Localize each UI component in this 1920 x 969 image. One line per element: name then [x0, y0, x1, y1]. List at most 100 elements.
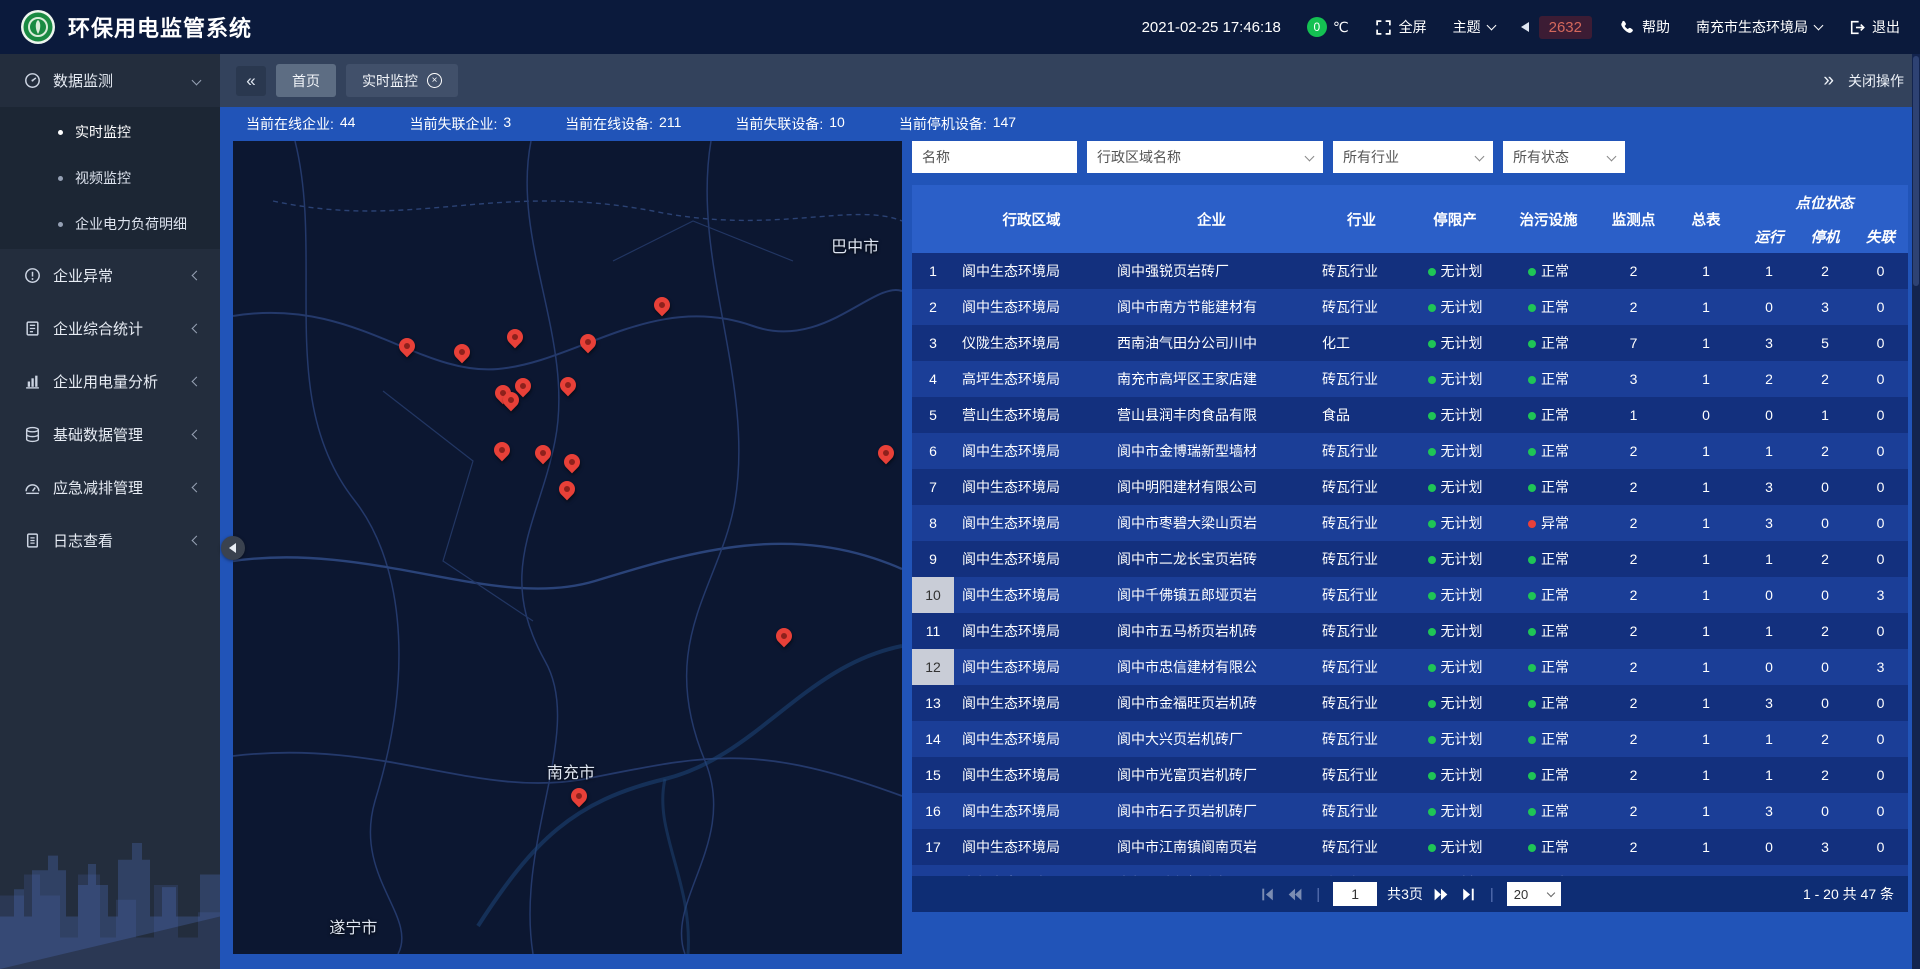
cell-halt: 0 [1797, 469, 1853, 505]
sidebar-item-enterprise-statistics[interactable]: 企业综合统计 [0, 302, 220, 355]
cell-industry: 砖瓦行业 [1314, 361, 1409, 397]
sidebar-item-video-monitoring[interactable]: 视频监控 [0, 155, 220, 201]
fullscreen-label: 全屏 [1399, 17, 1427, 37]
sidebar-item-emergency-reduction[interactable]: 应急减排管理 [0, 461, 220, 514]
sidebar-item-electricity-analysis[interactable]: 企业用电量分析 [0, 355, 220, 408]
cell-halt: 0 [1797, 577, 1853, 613]
page-number-input[interactable] [1333, 882, 1377, 906]
table-row[interactable]: 3 仪陇生态环境局 西南油气田分公司川中 化工 无计划 正常 7 1 3 5 0 [912, 325, 1908, 361]
last-page-button[interactable] [1460, 886, 1477, 903]
theme-dropdown[interactable]: 主题 [1453, 17, 1495, 37]
map-pin[interactable] [492, 442, 512, 462]
table-row[interactable]: 18 南部生态环境局 南部县瑞华机砖有限公 砖瓦行业 无计划 正常 2 1 0 … [912, 865, 1908, 876]
close-operations-button[interactable]: 关闭操作 [1848, 71, 1904, 91]
sidebar-item-data-monitoring[interactable]: 数据监测 [0, 54, 220, 107]
map-pin[interactable] [578, 334, 598, 354]
map-pin[interactable] [501, 392, 521, 412]
cell-company: 阆中市南方节能建材有 [1109, 289, 1314, 325]
table-row[interactable]: 11 阆中生态环境局 阆中市五马桥页岩机砖 砖瓦行业 无计划 正常 2 1 1 … [912, 613, 1908, 649]
map-pin[interactable] [876, 445, 896, 465]
announcement-arrow-icon[interactable] [1521, 22, 1529, 32]
table-row[interactable]: 14 阆中生态环境局 阆中大兴页岩机砖厂 砖瓦行业 无计划 正常 2 1 1 2… [912, 721, 1908, 757]
close-icon[interactable]: × [427, 73, 442, 88]
map-pin[interactable] [452, 344, 472, 364]
map-pin[interactable] [562, 454, 582, 474]
cell-industry: 砖瓦行业 [1314, 433, 1409, 469]
cell-industry: 砖瓦行业 [1314, 649, 1409, 685]
status-filter-select[interactable]: 所有状态 [1503, 141, 1625, 173]
table-row[interactable]: 1 阆中生态环境局 阆中强锐页岩砖厂 砖瓦行业 无计划 正常 2 1 1 2 0 [912, 253, 1908, 289]
map-pin[interactable] [569, 788, 589, 808]
pager-separator: | [1316, 886, 1320, 903]
prev-page-button[interactable] [1286, 886, 1303, 903]
region-filter-select[interactable]: 行政区域名称 [1087, 141, 1323, 173]
fullscreen-button[interactable]: 全屏 [1375, 17, 1427, 37]
table-row[interactable]: 8 阆中生态环境局 阆中市枣碧大梁山页岩 砖瓦行业 无计划 异常 2 1 3 0… [912, 505, 1908, 541]
cell-monitor: 2 [1596, 253, 1671, 289]
help-button[interactable]: 帮助 [1618, 17, 1670, 37]
limit-status-dot [1428, 412, 1436, 420]
enterprise-table: 行政区域 企业 行业 停限产 治污设施 监测点 总表 点位状态 运行 [912, 185, 1908, 876]
map[interactable]: 巴中市南充市遂宁市 [233, 141, 902, 954]
sidebar-item-enterprise-anomaly[interactable]: 企业异常 [0, 249, 220, 302]
tabs-scroll-left-button[interactable]: « [236, 66, 266, 96]
cell-run: 1 [1741, 253, 1797, 289]
table-row[interactable]: 7 阆中生态环境局 阆中明阳建材有限公司 砖瓦行业 无计划 正常 2 1 3 0… [912, 469, 1908, 505]
cell-industry: 砖瓦行业 [1314, 685, 1409, 721]
cell-offline: 0 [1853, 253, 1908, 289]
panel-collapse-button[interactable] [221, 536, 245, 560]
table-row[interactable]: 9 阆中生态环境局 阆中市二龙长宝页岩砖 砖瓦行业 无计划 正常 2 1 1 2… [912, 541, 1908, 577]
map-pin[interactable] [533, 445, 553, 465]
cell-region: 阆中生态环境局 [954, 649, 1109, 685]
chevron-left-icon [192, 271, 202, 281]
table-row[interactable]: 16 阆中生态环境局 阆中市石子页岩机砖厂 砖瓦行业 无计划 正常 2 1 3 … [912, 793, 1908, 829]
double-chevron-right-icon[interactable]: » [1823, 70, 1834, 92]
table-row[interactable]: 15 阆中生态环境局 阆中市光富页岩机砖厂 砖瓦行业 无计划 正常 2 1 1 … [912, 757, 1908, 793]
cell-region: 阆中生态环境局 [954, 577, 1109, 613]
table-row[interactable]: 12 阆中生态环境局 阆中市忠信建材有限公 砖瓦行业 无计划 正常 2 1 0 … [912, 649, 1908, 685]
cell-region: 阆中生态环境局 [954, 793, 1109, 829]
sidebar-item-realtime-monitoring[interactable]: 实时监控 [0, 109, 220, 155]
table-row[interactable]: 17 阆中生态环境局 阆中市江南镇阆南页岩 砖瓦行业 无计划 正常 2 1 0 … [912, 829, 1908, 865]
org-dropdown[interactable]: 南充市生态环境局 [1696, 17, 1822, 37]
column-header-facility: 治污设施 [1501, 185, 1596, 253]
table-row[interactable]: 2 阆中生态环境局 阆中市南方节能建材有 砖瓦行业 无计划 正常 2 1 0 3… [912, 289, 1908, 325]
stat-label: 当前失联设备: [735, 114, 823, 134]
table-scroll-area[interactable]: 行政区域 企业 行业 停限产 治污设施 监测点 总表 点位状态 运行 [912, 185, 1908, 876]
scrollbar[interactable] [1912, 54, 1920, 969]
map-pin[interactable] [557, 481, 577, 501]
alarm-count[interactable]: 2632 [1539, 16, 1592, 39]
tab-home[interactable]: 首页 [276, 64, 336, 97]
map-pin[interactable] [397, 338, 417, 358]
status-filter-value: 所有状态 [1513, 147, 1569, 167]
sidebar-item-power-load-detail[interactable]: 企业电力负荷明细 [0, 201, 220, 247]
pin-icon [396, 335, 419, 358]
tab-realtime-monitoring[interactable]: 实时监控 × [346, 64, 458, 97]
cell-limit: 无计划 [1409, 469, 1501, 505]
cell-offline: 0 [1853, 865, 1908, 876]
table-row[interactable]: 13 阆中生态环境局 阆中市金福旺页岩机砖 砖瓦行业 无计划 正常 2 1 3 … [912, 685, 1908, 721]
industry-filter-select[interactable]: 所有行业 [1333, 141, 1493, 173]
next-page-button[interactable] [1433, 886, 1450, 903]
logout-button[interactable]: 退出 [1848, 17, 1900, 37]
cell-run: 0 [1741, 397, 1797, 433]
cell-monitor: 1 [1596, 397, 1671, 433]
first-page-button[interactable] [1259, 886, 1276, 903]
table-row[interactable]: 5 营山生态环境局 营山县润丰肉食品有限 食品 无计划 正常 1 0 0 1 0 [912, 397, 1908, 433]
map-pin[interactable] [505, 329, 525, 349]
table-row[interactable]: 10 阆中生态环境局 阆中千佛镇五郎垭页岩 砖瓦行业 无计划 正常 2 1 0 … [912, 577, 1908, 613]
cell-meter: 1 [1671, 505, 1741, 541]
scrollbar-thumb[interactable] [1913, 56, 1919, 286]
table-row[interactable]: 4 高坪生态环境局 南充市高坪区王家店建 砖瓦行业 无计划 正常 3 1 2 2… [912, 361, 1908, 397]
facility-status-dot [1528, 484, 1536, 492]
map-pin[interactable] [652, 297, 672, 317]
page-size-select[interactable]: 20 [1507, 882, 1561, 906]
name-filter-input[interactable] [912, 141, 1077, 173]
cell-halt: 2 [1797, 721, 1853, 757]
map-pin[interactable] [558, 377, 578, 397]
column-header-company: 企业 [1109, 185, 1314, 253]
map-pin[interactable] [774, 628, 794, 648]
sidebar-item-log-view[interactable]: 日志查看 [0, 514, 220, 567]
sidebar-item-base-data-management[interactable]: 基础数据管理 [0, 408, 220, 461]
table-row[interactable]: 6 阆中生态环境局 阆中市金博瑞新型墙材 砖瓦行业 无计划 正常 2 1 1 2… [912, 433, 1908, 469]
